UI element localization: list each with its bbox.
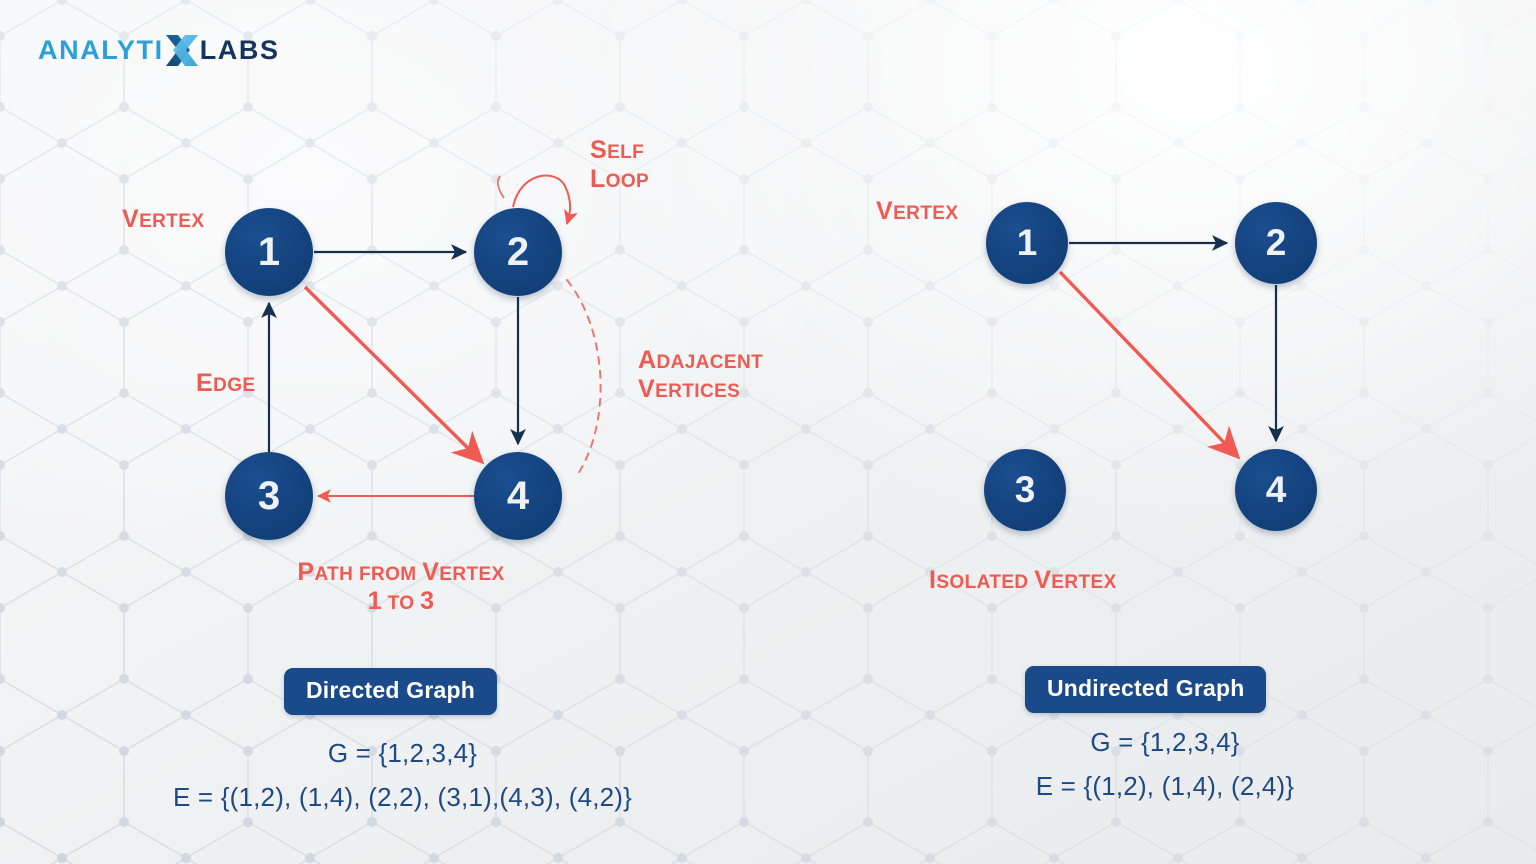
undirected-graph-badge[interactable]: Undirected Graph [1025, 666, 1267, 713]
directed-node-4[interactable]: 4 [474, 452, 562, 540]
directed-edges-equation: E = {(1,2), (1,4), (2,2), (3,1),(4,3), (… [0, 782, 805, 813]
node-label: 4 [1265, 469, 1287, 510]
undirected-vertices-equation: G = {1,2,3,4} [930, 727, 1400, 758]
undirected-node-3[interactable]: 3 [984, 449, 1066, 531]
node-label: 1 [257, 229, 281, 274]
edge-1-to-4-path [303, 285, 485, 465]
node-label: 2 [1265, 222, 1287, 263]
logo-text-labs: LABS [199, 35, 280, 65]
undirected-graph-edges [1058, 235, 1284, 460]
directed-edge-label: EDGE [196, 369, 256, 397]
badge-label: Directed Graph [306, 677, 475, 703]
equation-text: G = {1,2,3,4} [1090, 727, 1240, 757]
equation-text: G = {1,2,3,4} [327, 738, 478, 768]
directed-vertices-equation: G = {1,2,3,4} [0, 738, 805, 769]
undirected-vertex-label: VERTEX [876, 197, 959, 225]
node-label: 4 [506, 473, 530, 518]
brand-logo: ANALYTI LABS [38, 34, 280, 67]
equation-text: E = {(1,2), (1,4), (2,4)} [1035, 771, 1295, 801]
node-label: 1 [1016, 222, 1038, 263]
u-edge-1-to-4 [1058, 270, 1241, 460]
logo-text-analyti: ANALYTI [38, 35, 164, 65]
adjacent-vertices-arc [566, 279, 602, 475]
isolated-vertex-label: ISOLATED VERTEX [929, 566, 1117, 594]
slide-canvas: ANALYTI LABS 1 2 3 4 1 2 3 4 VERTEX EDGE… [0, 0, 1536, 864]
directed-graph-badge[interactable]: Directed Graph [284, 668, 497, 715]
node-label: 2 [506, 229, 530, 274]
adjacent-vertices-label: ADAJACENT VERTICES [638, 346, 764, 403]
undirected-edges-equation: E = {(1,2), (1,4), (2,4)} [930, 771, 1400, 802]
directed-node-1[interactable]: 1 [225, 208, 313, 296]
logo-x-mark-icon [165, 34, 199, 67]
undirected-node-2[interactable]: 2 [1235, 202, 1317, 284]
undirected-node-4[interactable]: 4 [1235, 449, 1317, 531]
equation-text: E = {(1,2), (1,4), (2,2), (3,1),(4,3), (… [172, 782, 633, 812]
self-loop-leader [497, 175, 505, 199]
self-loop-label: SELF LOOP [590, 136, 650, 193]
directed-node-3[interactable]: 3 [225, 452, 313, 540]
badge-label: Undirected Graph [1047, 675, 1245, 701]
directed-vertex-label: VERTEX [122, 205, 205, 233]
path-from-vertex-label: PATH FROM VERTEX 1 TO 3 [297, 558, 505, 615]
directed-node-2[interactable]: 2 [474, 208, 562, 296]
node-label: 3 [257, 473, 281, 518]
node-label: 3 [1014, 469, 1036, 510]
undirected-node-1[interactable]: 1 [986, 202, 1068, 284]
